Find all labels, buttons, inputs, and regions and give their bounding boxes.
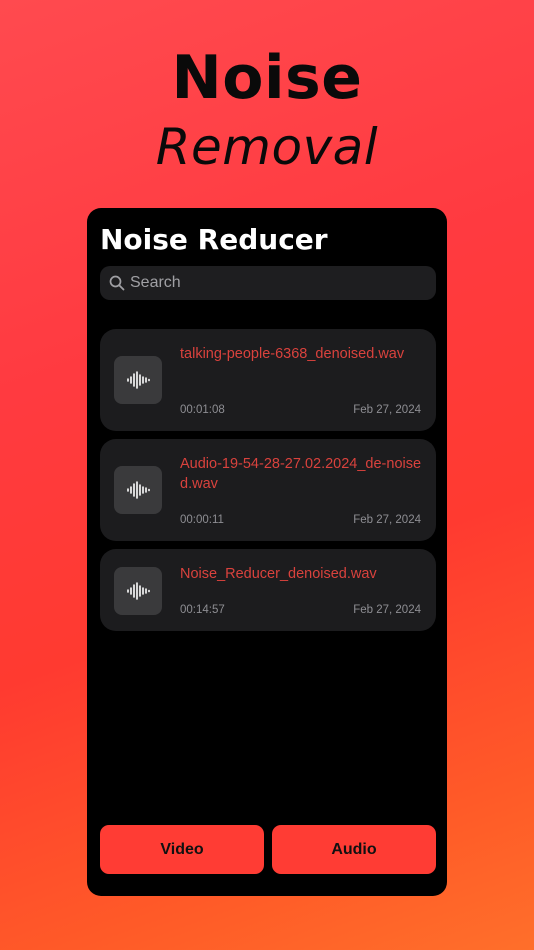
search-bar[interactable] (100, 266, 436, 300)
file-card[interactable]: Audio-19-54-28-27.02.2024_de-noised.wav … (100, 439, 436, 541)
file-name: talking-people-6368_denoised.wav (180, 346, 405, 362)
file-name: Noise_Reducer_denoised.wav (180, 566, 377, 582)
search-icon (108, 274, 126, 292)
hero-title: Noise (171, 43, 363, 113)
audio-waveform-icon (114, 356, 162, 404)
file-card[interactable]: talking-people-6368_denoised.wav 00:01:0… (100, 329, 436, 431)
bottom-bar: Video Audio (100, 825, 436, 874)
file-name: Audio-19-54-28-27.02.2024_de-noised.wav (180, 456, 422, 492)
audio-button[interactable]: Audio (272, 825, 436, 874)
file-date: Feb 27, 2024 (353, 514, 421, 526)
file-duration: 00:00:11 (180, 514, 224, 526)
file-list: talking-people-6368_denoised.wav 00:01:0… (100, 329, 436, 639)
file-card[interactable]: Noise_Reducer_denoised.wav 00:14:57 Feb … (100, 549, 436, 631)
app-screen: Noise Reducer Search talking-people-6368… (87, 208, 447, 896)
file-date: Feb 27, 2024 (353, 404, 421, 416)
file-date: Feb 27, 2024 (353, 604, 421, 616)
video-button[interactable]: Video (100, 825, 264, 874)
search-input[interactable] (130, 268, 436, 298)
file-duration: 00:01:08 (180, 404, 225, 416)
screen-title: Noise Reducer (100, 223, 328, 256)
file-duration: 00:14:57 (180, 604, 225, 616)
audio-waveform-icon (114, 466, 162, 514)
audio-waveform-icon (114, 567, 162, 615)
hero-subtitle: Removal (155, 118, 379, 176)
